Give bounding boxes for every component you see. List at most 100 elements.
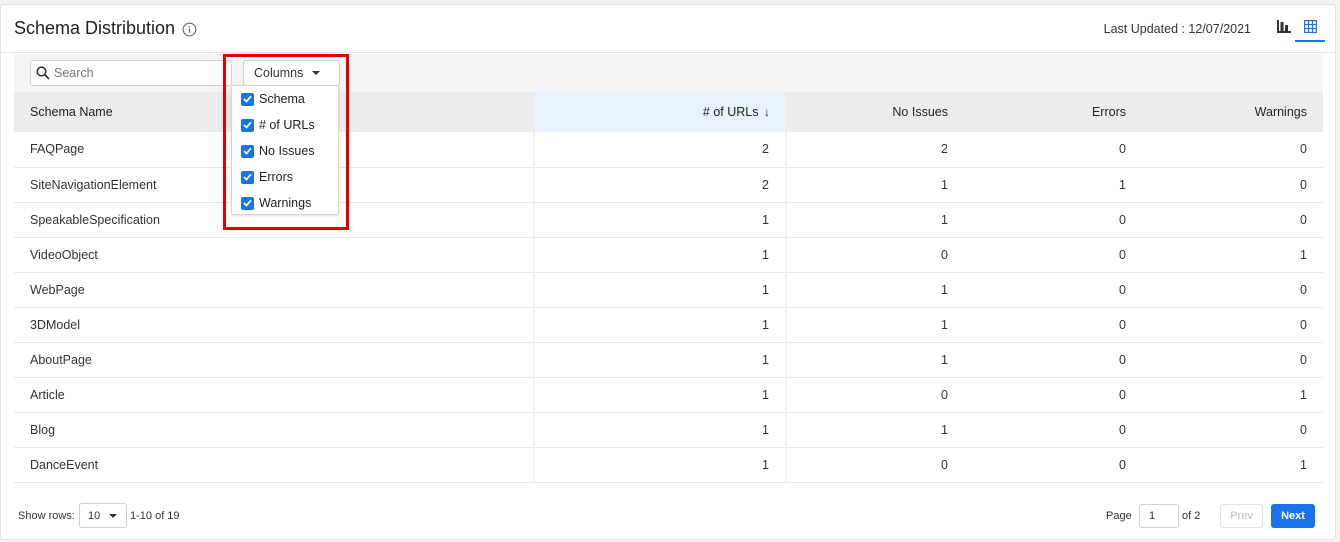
col-header-no-issues[interactable]: No Issues xyxy=(786,92,964,132)
table-row: AboutPage 1 1 0 0 xyxy=(14,342,1323,378)
cell-schema-name: DanceEvent xyxy=(14,447,534,483)
cell-no-issues: 1 xyxy=(786,202,964,238)
column-option-label: Schema xyxy=(259,92,305,106)
table-row: Blog 1 1 0 0 xyxy=(14,412,1323,448)
prev-page-button[interactable]: Prev xyxy=(1220,504,1263,528)
column-option-label: # of URLs xyxy=(259,118,315,132)
table-row: FAQPage 2 2 0 0 xyxy=(14,132,1323,168)
column-option-warnings[interactable]: Warnings xyxy=(241,194,311,212)
cell-schema-name: AboutPage xyxy=(14,342,534,378)
column-option-errors[interactable]: Errors xyxy=(241,168,293,186)
cell-urls: 1 xyxy=(533,237,787,273)
cell-errors: 0 xyxy=(964,132,1142,168)
cell-schema-name: Blog xyxy=(14,412,534,448)
cell-schema-name: 3DModel xyxy=(14,307,534,343)
table-view-button[interactable] xyxy=(1295,15,1325,42)
cell-no-issues: 1 xyxy=(786,167,964,203)
table-row: WebPage 1 1 0 0 xyxy=(14,272,1323,308)
cell-no-issues: 0 xyxy=(786,447,964,483)
cell-errors: 0 xyxy=(964,377,1142,413)
columns-dropdown-button[interactable]: Columns xyxy=(243,60,340,86)
checkbox-checked-icon[interactable] xyxy=(241,118,254,132)
search-icon xyxy=(36,66,50,80)
checkbox-checked-icon[interactable] xyxy=(241,144,254,158)
cell-no-issues: 2 xyxy=(786,132,964,168)
rows-per-page-value: 10 xyxy=(88,509,101,522)
cell-no-issues: 0 xyxy=(786,237,964,273)
cell-no-issues: 1 xyxy=(786,342,964,378)
cell-errors: 0 xyxy=(964,307,1142,343)
cell-warnings: 0 xyxy=(1142,167,1323,203)
grid-icon xyxy=(1303,19,1317,33)
cell-warnings: 0 xyxy=(1142,342,1323,378)
cell-urls: 1 xyxy=(533,307,787,343)
cell-no-issues: 0 xyxy=(786,377,964,413)
table-row: 3DModel 1 1 0 0 xyxy=(14,307,1323,343)
rows-per-page-select[interactable]: 10 xyxy=(79,503,127,528)
cell-warnings: 0 xyxy=(1142,272,1323,308)
columns-label: Columns xyxy=(254,66,304,80)
cell-warnings: 1 xyxy=(1142,377,1323,413)
cell-warnings: 1 xyxy=(1142,447,1323,483)
cell-warnings: 0 xyxy=(1142,132,1323,168)
search-box[interactable] xyxy=(30,60,232,86)
pagination-bar: Show rows: 10 1-10 of 19 Page of 2 Prev … xyxy=(1,502,1335,530)
page-label: Page xyxy=(1106,510,1132,522)
cell-urls: 1 xyxy=(533,272,787,308)
column-option-label: Warnings xyxy=(259,196,312,210)
checkbox-checked-icon[interactable] xyxy=(241,196,254,210)
checkbox-checked-icon[interactable] xyxy=(241,170,254,184)
chart-view-button[interactable] xyxy=(1273,15,1295,37)
cell-no-issues: 1 xyxy=(786,272,964,308)
column-option-urls[interactable]: # of URLs xyxy=(241,116,315,134)
bar-chart-icon xyxy=(1277,19,1291,33)
cell-errors: 0 xyxy=(964,447,1142,483)
cell-errors: 0 xyxy=(964,342,1142,378)
col-header-errors[interactable]: Errors xyxy=(964,92,1142,132)
cell-errors: 1 xyxy=(964,167,1142,203)
cell-schema-name: WebPage xyxy=(14,272,534,308)
cell-urls: 1 xyxy=(533,342,787,378)
table-row: SiteNavigationElement 2 1 1 0 xyxy=(14,167,1323,203)
col-header-warnings[interactable]: Warnings xyxy=(1142,92,1323,132)
sort-down-arrow-icon: ↓ xyxy=(764,105,770,119)
cell-errors: 0 xyxy=(964,202,1142,238)
page-number-input[interactable] xyxy=(1139,504,1179,528)
col-header-urls[interactable]: # of URLs ↓ xyxy=(534,92,786,132)
card-header: Schema Distribution Last Updated : 12/07… xyxy=(1,5,1335,53)
next-page-button[interactable]: Next xyxy=(1271,504,1315,528)
cell-warnings: 0 xyxy=(1142,412,1323,448)
page-title: Schema Distribution xyxy=(14,18,176,38)
table-row: VideoObject 1 0 0 1 xyxy=(14,237,1323,273)
checkbox-checked-icon[interactable] xyxy=(241,92,254,106)
col-header-urls-label: # of URLs xyxy=(702,105,759,119)
cell-warnings: 0 xyxy=(1142,202,1323,238)
cell-errors: 0 xyxy=(964,272,1142,308)
table-row: DanceEvent 1 0 0 1 xyxy=(14,447,1323,483)
cell-urls: 1 xyxy=(533,377,787,413)
cell-schema-name: VideoObject xyxy=(14,237,534,273)
column-option-label: Errors xyxy=(259,170,294,184)
last-updated-text: Last Updated : 12/07/2021 xyxy=(1103,22,1251,36)
page-count-text: of 2 xyxy=(1182,510,1201,522)
search-input[interactable] xyxy=(54,64,224,82)
cell-urls: 1 xyxy=(533,412,787,448)
cell-errors: 0 xyxy=(964,237,1142,273)
cell-no-issues: 1 xyxy=(786,307,964,343)
table-row: SpeakableSpecification 1 1 0 0 xyxy=(14,202,1323,238)
show-rows-label: Show rows: xyxy=(18,510,75,522)
table-row: Article 1 0 0 1 xyxy=(14,377,1323,413)
caret-down-icon xyxy=(109,513,118,518)
column-option-label: No Issues xyxy=(259,144,315,158)
column-option-no-issues[interactable]: No Issues xyxy=(241,142,315,160)
cell-warnings: 0 xyxy=(1142,307,1323,343)
schema-table: Schema Name # of URLs ↓ No Issues Errors… xyxy=(14,92,1323,483)
cell-warnings: 1 xyxy=(1142,237,1323,273)
table-toolbar: Columns xyxy=(14,54,1323,92)
column-option-schema[interactable]: Schema xyxy=(241,90,305,108)
cell-urls: 2 xyxy=(533,132,787,168)
info-icon[interactable] xyxy=(182,22,197,37)
cell-urls: 1 xyxy=(533,202,787,238)
cell-errors: 0 xyxy=(964,412,1142,448)
cell-no-issues: 1 xyxy=(786,412,964,448)
